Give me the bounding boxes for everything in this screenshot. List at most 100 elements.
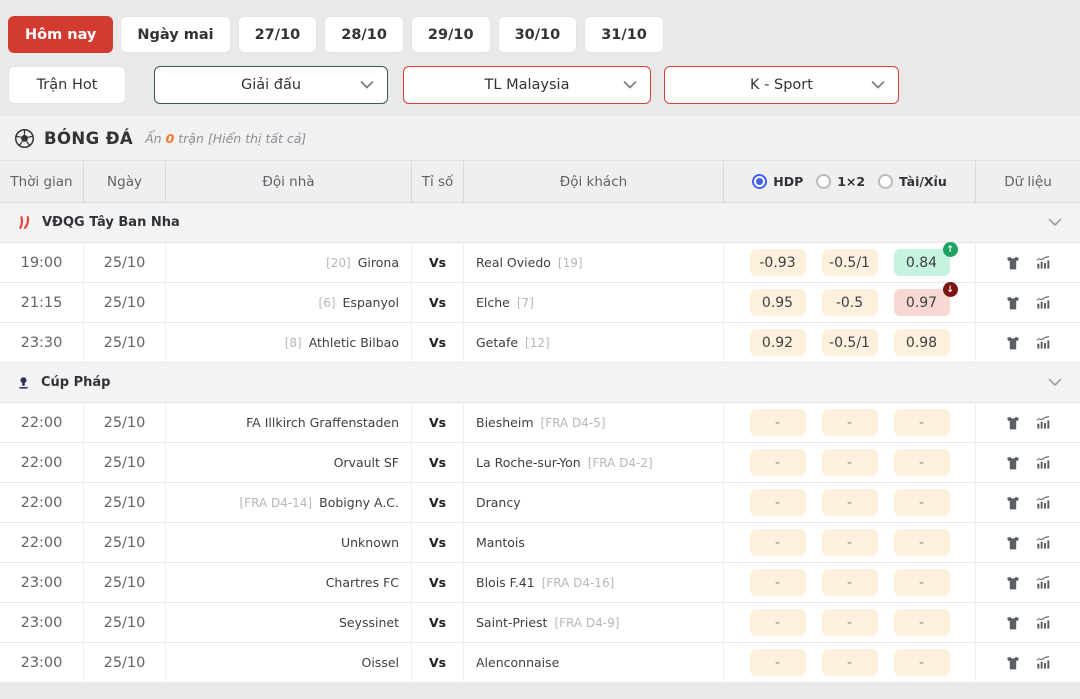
stats-icon[interactable]: [1034, 575, 1052, 591]
match-time: 23:00: [0, 603, 84, 642]
home-team: [20]Girona: [166, 243, 412, 282]
odds-cell[interactable]: -: [894, 529, 950, 556]
hot-matches-button[interactable]: Trận Hot: [8, 66, 126, 104]
odds-cell[interactable]: -0.5: [822, 289, 878, 316]
jersey-icon[interactable]: [1005, 295, 1021, 311]
odds-cell[interactable]: -: [894, 569, 950, 596]
odds-cell[interactable]: -: [822, 529, 878, 556]
table-header: Thời gian Ngày Đội nhà Tỉ số Đội khách H…: [0, 160, 1080, 203]
jersey-icon[interactable]: [1005, 615, 1021, 631]
bet-type-option[interactable]: Tài/Xỉu: [878, 174, 947, 189]
date-tab[interactable]: 30/10: [498, 16, 578, 53]
match-row: 19:0025/10[20]GironaVsReal Oviedo[19]-0.…: [0, 243, 1080, 283]
match-data-actions: [976, 483, 1080, 522]
odds-cell[interactable]: 0.84↑: [894, 249, 950, 276]
odds-cell[interactable]: -: [750, 489, 806, 516]
match-date: 25/10: [84, 403, 166, 442]
odds-cells: 0.92 -0.5/1 0.98: [724, 323, 976, 362]
odds-cell[interactable]: -: [822, 569, 878, 596]
matches-body: VĐQG Tây Ban Nha19:0025/10[20]GironaVsRe…: [0, 203, 1080, 683]
odds-cell[interactable]: -: [750, 449, 806, 476]
bookmaker-dropdown[interactable]: K - Sport: [664, 66, 899, 104]
stats-icon[interactable]: [1034, 335, 1052, 351]
league-name: Cúp Pháp: [41, 375, 111, 390]
odds-cell[interactable]: -: [822, 489, 878, 516]
odds-cell[interactable]: -0.93: [750, 249, 806, 276]
date-tab[interactable]: 29/10: [411, 16, 491, 53]
odds-cell[interactable]: 0.92: [750, 329, 806, 356]
home-name: Oissel: [362, 655, 400, 670]
hidden-matches-note[interactable]: Ẩn 0 trận [Hiển thị tất cả]: [145, 131, 306, 146]
away-team: Saint-Priest[FRA D4-9]: [464, 603, 724, 642]
league-section-header[interactable]: Cúp Pháp: [0, 363, 1080, 403]
col-header-score: Tỉ số: [412, 161, 464, 202]
stats-icon[interactable]: [1034, 615, 1052, 631]
odds-cell[interactable]: -: [894, 489, 950, 516]
odds-cell[interactable]: -0.5/1: [822, 249, 878, 276]
chevron-down-icon[interactable]: [1048, 218, 1062, 227]
date-tab[interactable]: Hôm nay: [8, 16, 113, 53]
away-name: Getafe: [476, 335, 518, 350]
odds-cell[interactable]: -: [822, 409, 878, 436]
match-row: 23:0025/10Chartres FCVsBlois F.41[FRA D4…: [0, 563, 1080, 603]
odds-value: 0.98: [906, 335, 937, 351]
stats-icon[interactable]: [1034, 295, 1052, 311]
odds-value: -: [919, 615, 924, 631]
jersey-icon[interactable]: [1005, 335, 1021, 351]
odds-value: -0.5: [836, 295, 863, 311]
odds-cells: ---: [724, 643, 976, 682]
chevron-down-icon[interactable]: [1048, 378, 1062, 387]
odds-cell[interactable]: -: [750, 609, 806, 636]
odds-cell[interactable]: -: [822, 649, 878, 676]
radio-icon[interactable]: [752, 174, 767, 189]
match-date: 25/10: [84, 643, 166, 682]
match-data-actions: [976, 523, 1080, 562]
odds-cell[interactable]: -: [894, 649, 950, 676]
league-section-header[interactable]: VĐQG Tây Ban Nha: [0, 203, 1080, 243]
date-tab[interactable]: 27/10: [238, 16, 318, 53]
home-team: Oissel: [166, 643, 412, 682]
home-team: [6]Espanyol: [166, 283, 412, 322]
laliga-icon: [16, 214, 32, 231]
jersey-icon[interactable]: [1005, 415, 1021, 431]
jersey-icon[interactable]: [1005, 655, 1021, 671]
odds-format-dropdown[interactable]: TL Malaysia: [403, 66, 651, 104]
jersey-icon[interactable]: [1005, 535, 1021, 551]
jersey-icon[interactable]: [1005, 455, 1021, 471]
odds-cell[interactable]: 0.97↓: [894, 289, 950, 316]
odds-value: -0.5/1: [829, 335, 870, 351]
jersey-icon[interactable]: [1005, 575, 1021, 591]
date-tab[interactable]: 31/10: [584, 16, 664, 53]
odds-cell[interactable]: -: [822, 449, 878, 476]
away-rank: [FRA D4-16]: [542, 576, 615, 590]
jersey-icon[interactable]: [1005, 255, 1021, 271]
bet-type-option[interactable]: HDP: [752, 174, 803, 189]
date-tab[interactable]: Ngày mai: [120, 16, 230, 53]
odds-cell[interactable]: -: [822, 609, 878, 636]
stats-icon[interactable]: [1034, 255, 1052, 271]
odds-cell[interactable]: -: [894, 409, 950, 436]
odds-cell[interactable]: -: [894, 609, 950, 636]
away-name: Saint-Priest: [476, 615, 547, 630]
odds-cell[interactable]: -: [894, 449, 950, 476]
odds-cell[interactable]: -: [750, 529, 806, 556]
odds-cell[interactable]: -: [750, 409, 806, 436]
odds-cell[interactable]: 0.95: [750, 289, 806, 316]
stats-icon[interactable]: [1034, 655, 1052, 671]
col-header-home: Đội nhà: [166, 161, 412, 202]
radio-icon[interactable]: [816, 174, 831, 189]
odds-cell[interactable]: -: [750, 569, 806, 596]
home-rank: [20]: [326, 256, 351, 270]
stats-icon[interactable]: [1034, 455, 1052, 471]
odds-cell[interactable]: -: [750, 649, 806, 676]
odds-cell[interactable]: -0.5/1: [822, 329, 878, 356]
stats-icon[interactable]: [1034, 495, 1052, 511]
stats-icon[interactable]: [1034, 535, 1052, 551]
radio-icon[interactable]: [878, 174, 893, 189]
date-tab[interactable]: 28/10: [324, 16, 404, 53]
stats-icon[interactable]: [1034, 415, 1052, 431]
league-dropdown[interactable]: Giải đấu: [154, 66, 388, 104]
jersey-icon[interactable]: [1005, 495, 1021, 511]
bet-type-option[interactable]: 1×2: [816, 174, 865, 189]
odds-cell[interactable]: 0.98: [894, 329, 950, 356]
